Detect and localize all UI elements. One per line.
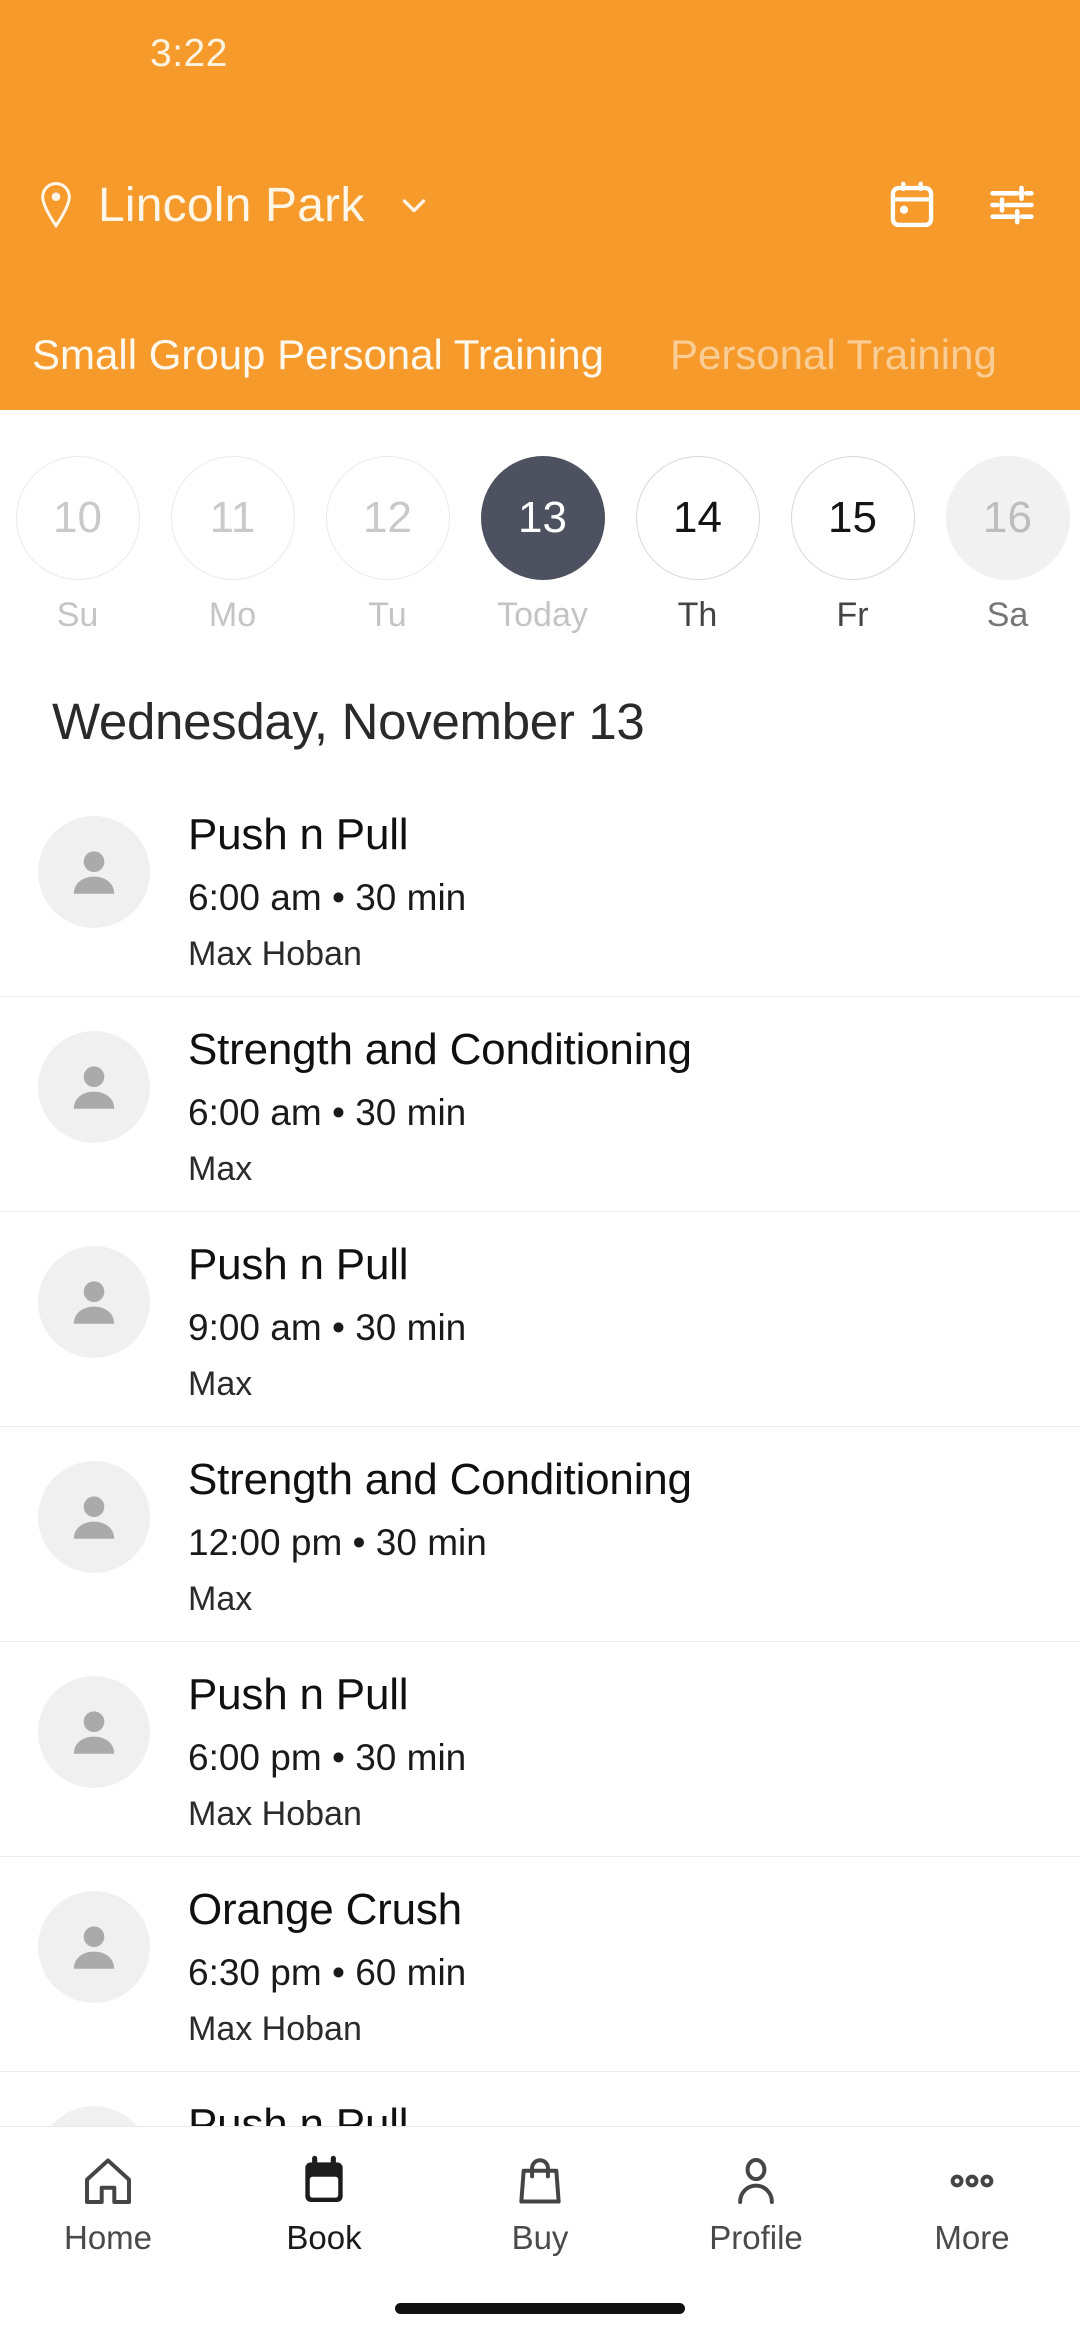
shopping-bag-icon <box>512 2153 568 2209</box>
date-number: 13 <box>480 456 605 580</box>
location-pin-icon <box>36 181 76 229</box>
class-instructor: Max <box>188 1365 253 1404</box>
date-cell-15[interactable]: 15 Fr <box>775 420 930 635</box>
class-instructor: Max <box>188 1150 253 1189</box>
class-time-duration: 12:00 pm • 30 min <box>188 1522 487 1564</box>
nav-label-book: Book <box>286 2219 362 2256</box>
class-title: Orange Crush <box>188 1885 462 1934</box>
class-info: Push n Pull 6:00 pm • 30 min Max Hoban <box>188 1666 466 1834</box>
list-item[interactable]: Orange Crush 6:30 pm • 60 min Max Hoban <box>0 1857 1080 2072</box>
class-time-duration: 6:00 pm • 30 min <box>188 1737 467 1779</box>
list-item[interactable]: Push n Pull 6:00 am • 30 min Max Hoban <box>0 782 1080 997</box>
class-time-duration: 6:30 pm • 60 min <box>188 1952 467 1994</box>
nav-label-profile: Profile <box>709 2219 803 2256</box>
app-header: 3:22 Lincoln Park Small Group Personal T… <box>0 0 1080 410</box>
nav-label-home: Home <box>63 2219 153 2256</box>
date-number: 11 <box>170 456 295 580</box>
nav-item-home[interactable]: Home <box>0 2153 216 2257</box>
nav-item-more[interactable]: More <box>864 2153 1080 2257</box>
date-cell-10[interactable]: 10 Su <box>0 420 155 635</box>
person-placeholder-icon <box>38 1461 150 1573</box>
class-title: Push n Pull <box>188 1240 409 1289</box>
date-cell-16[interactable]: 16 Sa <box>930 420 1080 635</box>
filter-sliders-icon[interactable] <box>986 179 1038 231</box>
chevron-down-icon[interactable] <box>387 186 433 224</box>
location-selector[interactable]: Lincoln Park <box>36 178 433 233</box>
date-number: 16 <box>945 456 1070 580</box>
list-item[interactable]: Push n Pull <box>0 2072 1080 2126</box>
nav-item-book[interactable]: Book <box>216 2153 432 2257</box>
date-weekday-label: Su <box>56 596 99 634</box>
date-weekday-label: Today <box>497 596 588 634</box>
class-instructor: Max Hoban <box>188 1795 362 1834</box>
class-instructor: Max Hoban <box>188 935 362 974</box>
tab-personal-training[interactable]: Personal Training <box>670 331 997 379</box>
class-instructor: Max Hoban <box>188 2010 362 2049</box>
class-info: Strength and Conditioning 6:00 am • 30 m… <box>188 1021 692 1189</box>
date-weekday-label: Th <box>677 596 718 634</box>
class-time-duration: 6:00 am • 30 min <box>188 877 467 919</box>
person-placeholder-icon <box>38 1031 150 1143</box>
calendar-icon[interactable] <box>886 179 938 231</box>
header-actions <box>886 150 1038 260</box>
home-icon <box>80 2153 136 2209</box>
person-placeholder-icon <box>38 2106 150 2126</box>
date-number: 15 <box>790 456 915 580</box>
class-info: Push n Pull 6:00 am • 30 min Max Hoban <box>188 806 466 974</box>
class-title: Strength and Conditioning <box>188 1025 692 1074</box>
nav-label-buy: Buy <box>511 2219 569 2256</box>
class-info: Push n Pull <box>188 2096 409 2126</box>
person-placeholder-icon <box>38 1246 150 1358</box>
class-time-duration: 9:00 am • 30 min <box>188 1307 467 1349</box>
class-title: Push n Pull <box>188 810 409 859</box>
date-weekday-label: Mo <box>208 596 257 634</box>
date-number: 10 <box>15 456 140 580</box>
more-dots-icon <box>944 2153 1000 2209</box>
date-weekday-label: Tu <box>368 596 407 634</box>
date-cell-12[interactable]: 12 Tu <box>310 420 465 635</box>
nav-label-more: More <box>934 2219 1010 2256</box>
home-indicator <box>395 2303 685 2314</box>
class-title: Strength and Conditioning <box>188 1455 692 1504</box>
date-strip[interactable]: 10 Su 11 Mo 12 Tu 13 Today 14 Th 15 Fr 1… <box>0 420 1080 670</box>
app-screen: 3:22 Lincoln Park Small Group Personal T… <box>0 0 1080 2340</box>
class-info: Push n Pull 9:00 am • 30 min Max <box>188 1236 466 1404</box>
date-weekday-label: Fr <box>836 596 869 634</box>
person-placeholder-icon <box>38 1891 150 2003</box>
list-item[interactable]: Push n Pull 9:00 am • 30 min Max <box>0 1212 1080 1427</box>
date-weekday-label: Sa <box>986 596 1029 634</box>
calendar-filled-icon <box>296 2153 352 2209</box>
selected-date-heading: Wednesday, November 13 <box>52 693 645 750</box>
nav-item-buy[interactable]: Buy <box>432 2153 648 2257</box>
nav-item-profile[interactable]: Profile <box>648 2153 864 2257</box>
status-bar-time: 3:22 <box>150 32 228 75</box>
location-name: Lincoln Park <box>98 178 365 232</box>
date-cell-11[interactable]: 11 Mo <box>155 420 310 635</box>
class-info: Orange Crush 6:30 pm • 60 min Max Hoban <box>188 1881 466 2049</box>
person-placeholder-icon <box>38 816 150 928</box>
list-item[interactable]: Push n Pull 6:00 pm • 30 min Max Hoban <box>0 1642 1080 1857</box>
class-title: Push n Pull <box>188 1670 409 1719</box>
person-icon <box>728 2153 784 2209</box>
class-instructor: Max <box>188 1580 253 1619</box>
class-info: Strength and Conditioning 12:00 pm • 30 … <box>188 1451 692 1619</box>
list-item[interactable]: Strength and Conditioning 6:00 am • 30 m… <box>0 997 1080 1212</box>
category-tabs: Small Group Personal Training Personal T… <box>0 300 1080 410</box>
class-list[interactable]: Push n Pull 6:00 am • 30 min Max Hoban S… <box>0 782 1080 2126</box>
list-item[interactable]: Strength and Conditioning 12:00 pm • 30 … <box>0 1427 1080 1642</box>
class-title: Push n Pull <box>188 2100 409 2126</box>
date-cell-13-selected[interactable]: 13 Today <box>465 420 620 635</box>
class-time-duration: 6:00 am • 30 min <box>188 1092 467 1134</box>
person-placeholder-icon <box>38 1676 150 1788</box>
tab-small-group-personal-training[interactable]: Small Group Personal Training <box>32 331 604 379</box>
status-bar: 3:22 <box>0 0 1080 108</box>
date-number: 12 <box>325 456 450 580</box>
date-number: 14 <box>635 456 760 580</box>
date-cell-14[interactable]: 14 Th <box>620 420 775 635</box>
